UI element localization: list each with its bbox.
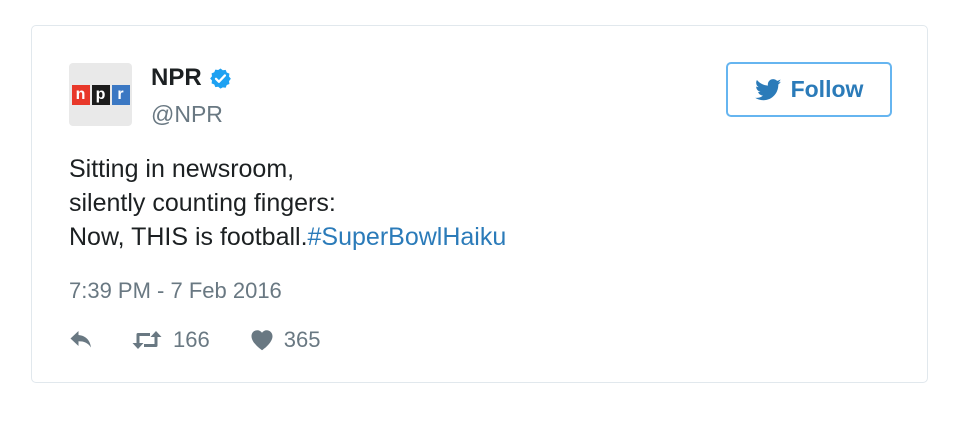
hashtag-link[interactable]: #SuperBowlHaiku (308, 223, 507, 251)
timestamp-link[interactable]: 7:39 PM - 7 Feb 2016 (69, 277, 282, 305)
follow-label: Follow (790, 76, 864, 102)
twitter-bird-icon (754, 78, 782, 101)
avatar[interactable]: n p r (69, 63, 132, 126)
retweet-count: 166 (173, 327, 210, 352)
retweet-icon (131, 329, 163, 351)
npr-logo: n p r (71, 84, 130, 105)
verified-badge-icon (209, 67, 232, 90)
tweet-line-2: silently counting fingers: (69, 189, 336, 217)
handle[interactable]: @NPR (151, 100, 223, 128)
tweet-line-3-text: Now, THIS is football. (69, 223, 308, 251)
display-name[interactable]: NPR (151, 64, 202, 92)
action-bar: 166 365 (69, 326, 320, 354)
like-count: 365 (283, 327, 321, 352)
tweet-line-1: Sitting in newsroom, (69, 155, 295, 183)
reply-button[interactable] (69, 330, 95, 350)
logo-letter-n: n (71, 84, 90, 105)
tweet-text: Sitting in newsroom, silently counting f… (69, 152, 506, 254)
tweet-card: n p r NPR @NPR Follow Sitting in newsroo… (31, 25, 928, 383)
reply-icon (69, 330, 95, 350)
like-button[interactable]: 365 (250, 327, 321, 353)
follow-button[interactable]: Follow (726, 62, 892, 117)
retweet-button[interactable]: 166 (131, 327, 210, 353)
logo-letter-r: r (111, 84, 130, 105)
name-row: NPR (151, 64, 232, 92)
tweet-line-3: Now, THIS is football.#SuperBowlHaiku (69, 220, 506, 254)
logo-letter-p: p (91, 84, 110, 105)
heart-icon (250, 329, 274, 351)
